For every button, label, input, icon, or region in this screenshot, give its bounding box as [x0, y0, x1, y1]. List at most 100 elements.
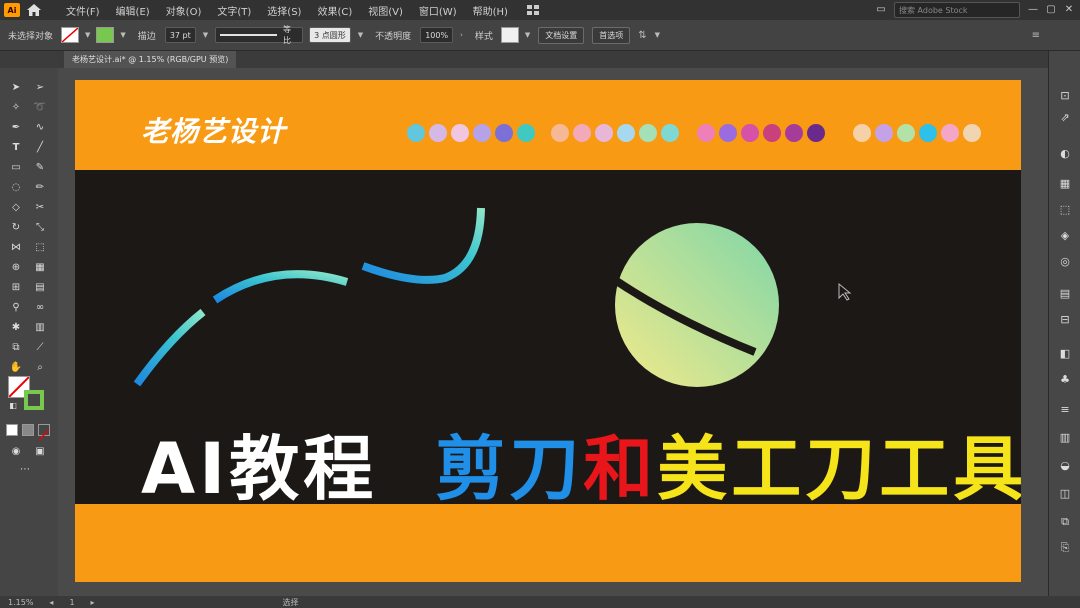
stroke-weight-dropdown-icon[interactable]: ▼	[203, 31, 208, 39]
panel-options-icon[interactable]: ≡	[1032, 30, 1040, 41]
artboard-tool-icon[interactable]: ⧉	[9, 342, 23, 354]
menu-file[interactable]: 文件(F)	[66, 3, 100, 18]
appearance-panel-icon[interactable]: ◎	[1058, 255, 1072, 269]
none-mode-icon[interactable]	[38, 424, 50, 441]
document-setup-button[interactable]: 文档设置	[538, 26, 585, 44]
properties-panel-icon[interactable]: ⊡	[1058, 89, 1072, 103]
search-stock-input[interactable]: 搜索 Adobe Stock	[894, 2, 1020, 18]
home-icon[interactable]	[26, 3, 42, 17]
style-swatch[interactable]	[500, 27, 519, 43]
libraries-panel-icon[interactable]: ⇗	[1058, 111, 1072, 125]
swatches-panel-icon[interactable]: ▦	[1058, 177, 1072, 191]
align-panel-icon[interactable]: ▤	[1058, 287, 1072, 301]
menu-help[interactable]: 帮助(H)	[473, 3, 508, 18]
style-dropdown-icon[interactable]: ▼	[525, 31, 530, 39]
minimize-button[interactable]: —	[1028, 5, 1038, 15]
menu-effect[interactable]: 效果(C)	[317, 3, 352, 18]
menu-bar: Ai 文件(F) 编辑(E) 对象(O) 文字(T) 选择(S) 效果(C) 视…	[0, 0, 1080, 20]
artboards-panel-icon[interactable]: ⧉	[1058, 515, 1072, 529]
blend-tool-icon[interactable]: ∞	[33, 302, 47, 314]
maximize-button[interactable]: ▢	[1046, 5, 1056, 15]
shape-builder-tool-icon[interactable]: ⊕	[9, 262, 23, 274]
graph-tool-icon[interactable]: ▥	[33, 322, 47, 334]
pencil-tool-icon[interactable]: ✏	[33, 182, 47, 194]
scissors-tool-icon[interactable]: ✂	[33, 202, 47, 214]
pen-tool-icon[interactable]: ✒	[9, 122, 23, 134]
graphic-styles-panel-icon[interactable]: ◫	[1058, 487, 1072, 501]
rectangle-tool-icon[interactable]: ▭	[9, 162, 23, 174]
document-tab[interactable]: 老杨艺设计.ai* @ 1.15% (RGB/GPU 预览)	[64, 51, 237, 68]
menu-view[interactable]: 视图(V)	[368, 3, 403, 18]
mouse-cursor-icon	[838, 282, 852, 301]
lasso-tool-icon[interactable]: ➰	[33, 102, 47, 114]
page-number[interactable]: 1	[69, 598, 74, 607]
curvature-tool-icon[interactable]: ∿	[33, 122, 47, 134]
eyedropper-tool-icon[interactable]: ⚲	[9, 302, 23, 314]
close-button[interactable]: ✕	[1064, 5, 1074, 15]
next-artboard-icon[interactable]: ▸	[91, 598, 95, 607]
arrange-dropdown-icon[interactable]: ▼	[655, 31, 660, 39]
eraser-tool-icon[interactable]: ◇	[9, 202, 23, 214]
hand-tool-icon[interactable]: ✋	[9, 362, 23, 374]
stroke-dropdown-icon[interactable]: ▼	[120, 31, 125, 39]
opacity-arrow-icon[interactable]: ›	[460, 31, 463, 39]
canvas-area[interactable]: 老杨艺设计 AI教程 剪刀 和 美工刀工具	[58, 68, 1048, 596]
zoom-tool-icon[interactable]: ⌕	[33, 362, 47, 374]
color-mode-icon[interactable]	[6, 424, 18, 436]
prev-artboard-icon[interactable]: ◂	[49, 598, 53, 607]
selection-tool-icon[interactable]: ➤	[9, 82, 23, 94]
pathfinder-panel-icon[interactable]: ◧	[1058, 347, 1072, 361]
panel-layout-icon[interactable]: ▭	[876, 5, 886, 15]
menu-window[interactable]: 窗口(W)	[419, 3, 457, 18]
links-panel-icon[interactable]: ⎘	[1058, 541, 1072, 555]
default-colors-icon[interactable]: ◧	[6, 400, 20, 412]
type-tool-icon[interactable]: T	[9, 142, 23, 154]
menu-edit[interactable]: 编辑(E)	[116, 3, 150, 18]
menu-select[interactable]: 选择(S)	[267, 3, 301, 18]
gradient-tool-icon[interactable]: ▤	[33, 282, 47, 294]
direct-selection-tool-icon[interactable]: ➢	[33, 82, 47, 94]
magic-wand-tool-icon[interactable]: ✧	[9, 102, 23, 114]
opacity-field[interactable]: 100%	[420, 27, 454, 43]
stroke-panel-icon[interactable]: ≡	[1058, 403, 1072, 417]
paintbrush-tool-icon[interactable]: ✎	[33, 162, 47, 174]
edit-toolbar-icon[interactable]: ⋯	[18, 464, 32, 476]
transform-panel-icon[interactable]: ⊟	[1058, 313, 1072, 327]
stroke-profile-select[interactable]: 等比	[215, 25, 304, 45]
fill-swatch[interactable]	[61, 27, 80, 43]
brush-select[interactable]: 3 点圆形	[309, 27, 351, 43]
screen-mode-icon[interactable]: ▣	[33, 446, 47, 458]
workspace-grid-icon[interactable]	[526, 4, 540, 16]
symbols-panel-icon[interactable]: ♣	[1058, 373, 1072, 387]
mesh-tool-icon[interactable]: ⊞	[9, 282, 23, 294]
menu-type[interactable]: 文字(T)	[217, 3, 251, 18]
color-panel-icon[interactable]: ◐	[1058, 147, 1072, 161]
symbol-sprayer-tool-icon[interactable]: ✱	[9, 322, 23, 334]
artboard[interactable]: 老杨艺设计 AI教程 剪刀 和 美工刀工具	[75, 80, 1021, 582]
gradient-mode-icon[interactable]	[22, 424, 34, 436]
width-tool-icon[interactable]: ⋈	[9, 242, 23, 254]
draw-mode-icon[interactable]: ◉	[9, 446, 23, 458]
transparency-panel-icon[interactable]: ◒	[1058, 459, 1072, 473]
scale-tool-icon[interactable]: ⤡	[33, 222, 47, 234]
layers-panel-icon[interactable]: ◈	[1058, 229, 1072, 243]
fill-dropdown-icon[interactable]: ▼	[85, 31, 90, 39]
line-tool-icon[interactable]: ╱	[33, 142, 47, 154]
tools-panel: ➤ ➢ ✧ ➰ ✒ ∿ T ╱ ▭ ✎ ◌ ✏ ◇ ✂ ↻ ⤡ ⋈ ⬚ ⊕ ▦ …	[0, 68, 59, 596]
free-transform-tool-icon[interactable]: ⬚	[33, 242, 47, 254]
slice-tool-icon[interactable]: ⟋	[33, 342, 47, 354]
stroke-profile-label: 等比	[282, 25, 291, 45]
arrange-icon[interactable]: ⇅	[638, 30, 646, 41]
brush-dropdown-icon[interactable]: ▼	[358, 31, 363, 39]
perspective-grid-tool-icon[interactable]: ▦	[33, 262, 47, 274]
shaper-tool-icon[interactable]: ◌	[9, 182, 23, 194]
gradient-panel-icon[interactable]: ▥	[1058, 431, 1072, 445]
stroke-swatch[interactable]	[96, 27, 115, 43]
stroke-color-box[interactable]	[24, 390, 44, 410]
zoom-level[interactable]: 1.15%	[8, 598, 33, 607]
preferences-button[interactable]: 首选项	[592, 26, 631, 44]
stroke-weight-field[interactable]: 37 pt	[164, 27, 196, 43]
rotate-tool-icon[interactable]: ↻	[9, 222, 23, 234]
menu-object[interactable]: 对象(O)	[166, 3, 202, 18]
brushes-panel-icon[interactable]: ⬚	[1058, 203, 1072, 217]
